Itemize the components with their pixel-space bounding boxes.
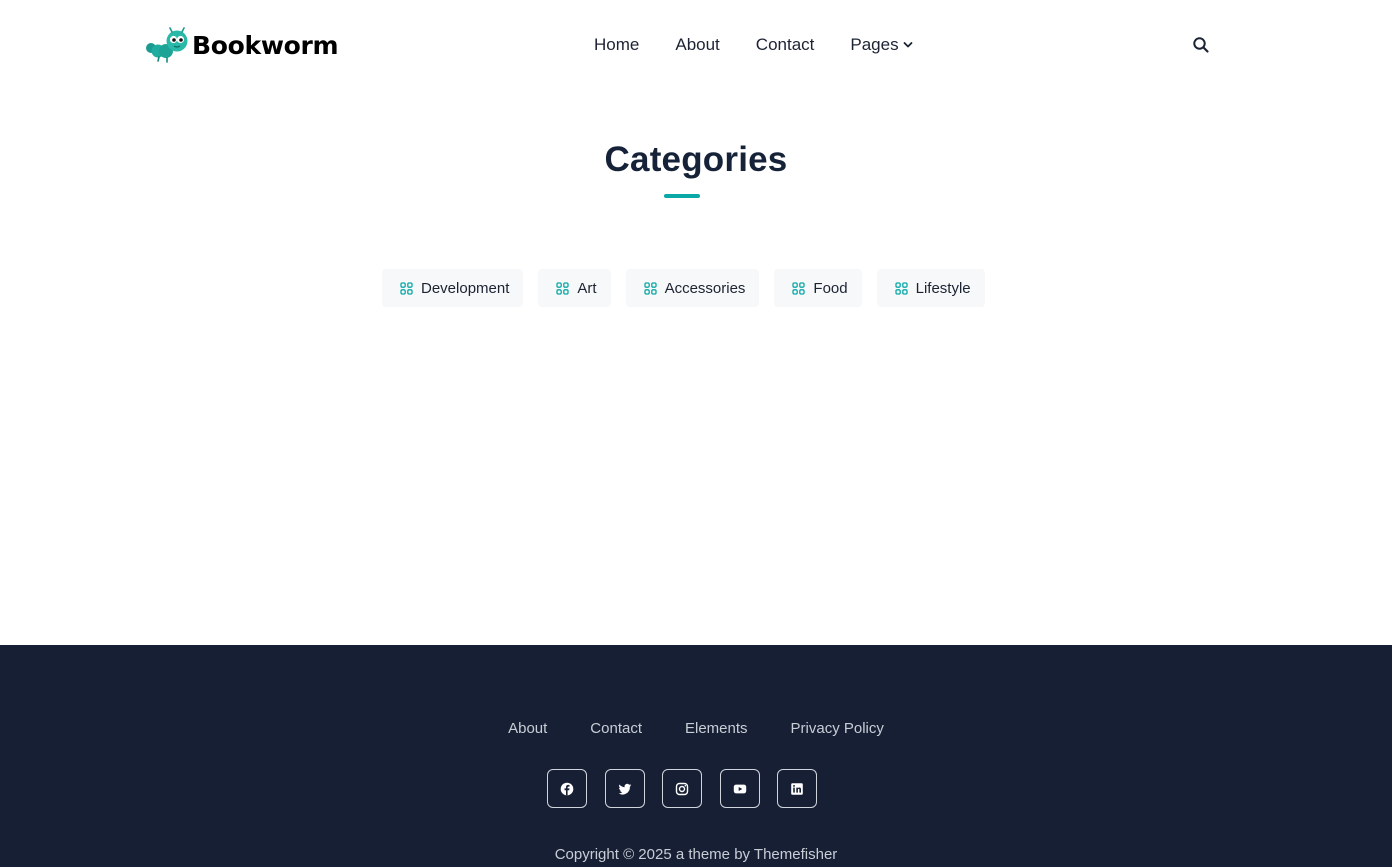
social-links bbox=[547, 769, 835, 808]
grid-icon bbox=[556, 281, 570, 295]
footer-link-privacy-policy[interactable]: Privacy Policy bbox=[791, 720, 884, 737]
site-footer: About Contact Elements Privacy Policy Co… bbox=[0, 645, 1392, 867]
brand-logo[interactable]: Bookworm bbox=[145, 27, 339, 63]
facebook-link[interactable] bbox=[547, 769, 587, 808]
nav-about[interactable]: About bbox=[675, 34, 719, 56]
search-icon bbox=[1193, 37, 1209, 53]
grid-icon bbox=[894, 281, 908, 295]
grid-icon bbox=[643, 281, 657, 295]
brand-name: Bookworm bbox=[192, 30, 339, 60]
footer-link-about[interactable]: About bbox=[508, 720, 547, 737]
page-title: Categories bbox=[604, 140, 788, 179]
youtube-icon bbox=[733, 784, 746, 793]
category-label: Development bbox=[421, 279, 510, 297]
youtube-link[interactable] bbox=[719, 769, 760, 808]
category-label: Food bbox=[813, 279, 848, 297]
nav-home[interactable]: Home bbox=[594, 34, 639, 56]
category-label: Art bbox=[577, 279, 597, 297]
category-development[interactable]: Development bbox=[382, 269, 524, 307]
footer-link-contact[interactable]: Contact bbox=[590, 720, 642, 737]
category-list: Development Art Accessories Food Lifesty… bbox=[382, 269, 1000, 307]
category-art[interactable]: Art bbox=[538, 269, 611, 307]
instagram-icon bbox=[675, 782, 689, 795]
nav-contact[interactable]: Contact bbox=[756, 34, 815, 56]
category-lifestyle[interactable]: Lifestyle bbox=[876, 269, 985, 307]
instagram-link[interactable] bbox=[662, 769, 702, 808]
chevron-down-icon bbox=[903, 40, 913, 50]
main-nav: Home About Contact Pages bbox=[594, 34, 949, 56]
twitter-icon bbox=[618, 783, 631, 794]
footer-nav: About Contact Elements Privacy Policy bbox=[0, 720, 1392, 737]
category-label: Accessories bbox=[664, 279, 746, 297]
category-label: Lifestyle bbox=[915, 279, 971, 297]
grid-icon bbox=[792, 281, 806, 295]
linkedin-icon bbox=[791, 782, 803, 795]
linkedin-link[interactable] bbox=[777, 769, 817, 808]
category-accessories[interactable]: Accessories bbox=[625, 269, 760, 307]
site-header: Bookworm Home About Contact Pages bbox=[0, 0, 1392, 90]
copyright-text: Copyright © 2025 a theme by Themefisher bbox=[554, 846, 838, 863]
title-underline bbox=[664, 194, 700, 198]
grid-icon bbox=[400, 281, 413, 295]
worm-logo-icon bbox=[146, 27, 188, 63]
twitter-link[interactable] bbox=[604, 769, 645, 808]
facebook-icon bbox=[560, 782, 574, 795]
nav-pages-label: Pages bbox=[850, 35, 899, 54]
category-food[interactable]: Food bbox=[774, 269, 862, 307]
nav-pages-dropdown[interactable]: Pages bbox=[850, 34, 912, 56]
footer-link-elements[interactable]: Elements bbox=[685, 720, 748, 737]
search-button[interactable] bbox=[1192, 36, 1210, 54]
